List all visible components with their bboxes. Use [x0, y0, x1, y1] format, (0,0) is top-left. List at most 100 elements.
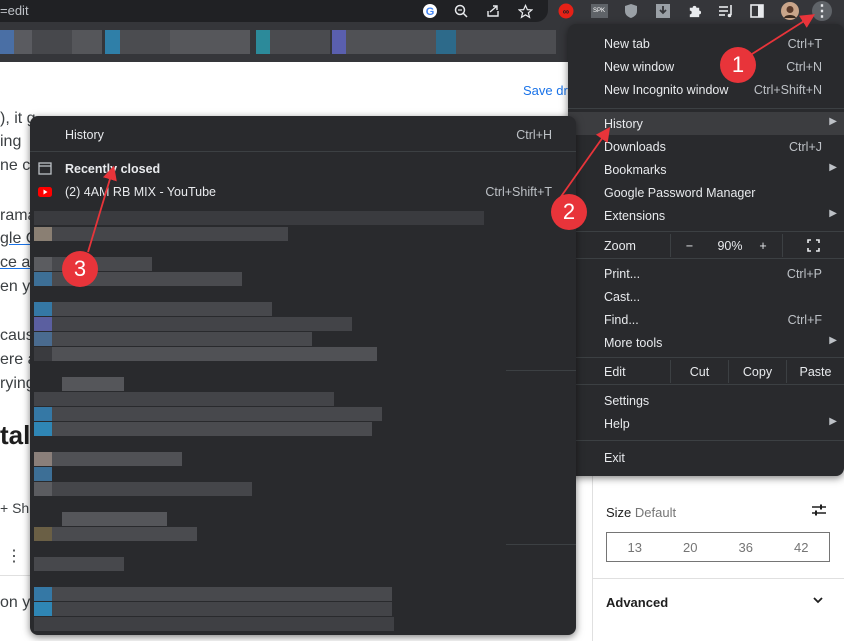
address-bar-url: =edit	[0, 3, 29, 18]
address-bar[interactable]: =edit G	[0, 0, 548, 22]
copy-button[interactable]: Copy	[728, 360, 786, 383]
history-item-blurred[interactable]	[34, 527, 52, 541]
history-item-blurred[interactable]	[34, 211, 484, 225]
history-item-blurred[interactable]	[62, 377, 124, 391]
bookmark-blurred[interactable]	[14, 30, 32, 54]
menu-shortcut: Ctrl+F	[787, 313, 822, 327]
size-default-text: Default	[634, 505, 677, 520]
history-item-youtube[interactable]: (2) 4AM RB MIX - YouTube Ctrl+Shift+T	[30, 181, 576, 204]
extension-spk-icon[interactable]: SPK	[589, 1, 609, 21]
submenu-arrow-icon: ▶	[829, 116, 837, 127]
share-icon[interactable]	[483, 1, 503, 21]
menu-item-new-window[interactable]: New window Ctrl+N	[568, 55, 844, 78]
bookmark-blurred[interactable]	[170, 30, 250, 54]
history-item-blurred[interactable]	[52, 347, 377, 361]
menu-separator	[568, 440, 844, 441]
menu-item-print[interactable]: Print... Ctrl+P	[568, 262, 844, 285]
history-item-blurred[interactable]	[52, 452, 182, 466]
menu-item-bookmarks[interactable]: Bookmarks ▶	[568, 158, 844, 181]
size-option[interactable]: 42	[774, 533, 830, 561]
history-item-blurred[interactable]	[52, 527, 197, 541]
bookmark-star-icon[interactable]	[515, 1, 535, 21]
history-item-blurred[interactable]	[34, 407, 52, 421]
menu-item-extensions[interactable]: Extensions ▶	[568, 204, 844, 227]
history-item-blurred[interactable]	[52, 407, 382, 421]
bookmark-blurred[interactable]	[332, 30, 346, 54]
history-item-blurred[interactable]	[52, 482, 252, 496]
history-item-blurred[interactable]	[34, 452, 52, 466]
history-item-blurred[interactable]	[34, 422, 52, 436]
history-item-blurred[interactable]	[34, 557, 124, 571]
history-item-blurred[interactable]	[34, 392, 334, 406]
menu-item-history[interactable]: History ▶	[568, 112, 844, 135]
history-item-blurred[interactable]	[52, 332, 312, 346]
font-size-picker: 13 20 36 42	[606, 532, 830, 562]
bookmark-blurred[interactable]	[346, 30, 436, 54]
chevron-down-icon[interactable]	[812, 594, 824, 609]
history-item-blurred[interactable]	[52, 317, 352, 331]
puzzle-icon[interactable]	[684, 1, 704, 21]
zoom-icon[interactable]	[451, 1, 471, 21]
bookmark-blurred[interactable]	[256, 30, 270, 54]
history-item-blurred[interactable]	[52, 422, 372, 436]
profile-avatar[interactable]	[780, 1, 800, 21]
bookmark-blurred[interactable]	[0, 30, 14, 54]
block-options-icon[interactable]: ⋮	[6, 546, 22, 566]
menu-item-edit: Edit Cut Copy Paste	[568, 360, 844, 383]
menu-item-settings[interactable]: Settings	[568, 389, 844, 412]
bookmark-blurred[interactable]	[32, 30, 72, 54]
cut-button[interactable]: Cut	[670, 360, 728, 383]
history-item-blurred[interactable]	[34, 482, 52, 496]
menu-item-find[interactable]: Find... Ctrl+F	[568, 308, 844, 331]
history-item-blurred[interactable]	[34, 467, 52, 481]
menu-item-exit[interactable]: Exit	[568, 446, 844, 469]
zoom-in-button[interactable]: +	[752, 234, 774, 257]
menu-item-new-incognito[interactable]: New Incognito window Ctrl+Shift+N	[568, 78, 844, 101]
paste-button[interactable]: Paste	[786, 360, 844, 383]
size-option[interactable]: 13	[607, 533, 663, 561]
menu-item-label: Print...	[604, 267, 641, 281]
history-item-blurred[interactable]	[34, 272, 52, 286]
history-item-blurred[interactable]	[34, 617, 394, 631]
bookmark-blurred[interactable]	[270, 30, 330, 54]
download-icon[interactable]	[653, 1, 673, 21]
size-adjust-icon[interactable]	[809, 500, 829, 520]
size-option[interactable]: 36	[718, 533, 774, 561]
history-item-blurred[interactable]	[34, 317, 52, 331]
history-item-blurred[interactable]	[34, 332, 52, 346]
bookmark-blurred[interactable]	[105, 30, 120, 54]
menu-item-help[interactable]: Help ▶	[568, 412, 844, 435]
history-item-blurred[interactable]	[34, 587, 52, 601]
history-item-blurred[interactable]	[34, 347, 52, 361]
history-item-blurred[interactable]	[52, 302, 272, 316]
menu-item-cast[interactable]: Cast...	[568, 285, 844, 308]
history-item-blurred[interactable]	[52, 587, 392, 601]
history-item-blurred[interactable]	[52, 602, 392, 616]
size-option[interactable]: 20	[663, 533, 719, 561]
google-icon[interactable]: G	[420, 1, 440, 21]
history-item-blurred[interactable]	[34, 602, 52, 616]
history-item-blurred[interactable]	[34, 257, 52, 271]
history-item-blurred[interactable]	[52, 227, 288, 241]
menu-item-password-manager[interactable]: Google Password Manager	[568, 181, 844, 204]
menu-item-new-tab[interactable]: New tab Ctrl+T	[568, 32, 844, 55]
history-item-blurred[interactable]	[34, 227, 52, 241]
menu-item-more-tools[interactable]: More tools ▶	[568, 331, 844, 354]
zoom-out-button[interactable]: −	[670, 234, 708, 257]
menu-item-downloads[interactable]: Downloads Ctrl+J	[568, 135, 844, 158]
history-item-blurred[interactable]	[62, 512, 167, 526]
menu-shortcut: Ctrl+Shift+T	[485, 185, 552, 199]
media-queue-icon[interactable]	[715, 1, 735, 21]
fullscreen-icon[interactable]	[782, 234, 844, 257]
bookmark-blurred[interactable]	[72, 30, 102, 54]
kebab-menu-icon[interactable]: ⋮	[812, 1, 832, 21]
bookmark-blurred[interactable]	[120, 30, 170, 54]
shield-icon[interactable]	[621, 1, 641, 21]
side-panel-icon[interactable]	[747, 1, 767, 21]
bookmark-blurred[interactable]	[436, 30, 456, 54]
extension-red-icon[interactable]: ∞	[556, 1, 576, 21]
bookmark-blurred[interactable]	[456, 30, 556, 54]
history-item-blurred[interactable]	[34, 302, 52, 316]
advanced-section-toggle[interactable]: Advanced	[606, 595, 668, 610]
history-item-full-history[interactable]: History Ctrl+H	[30, 124, 576, 147]
